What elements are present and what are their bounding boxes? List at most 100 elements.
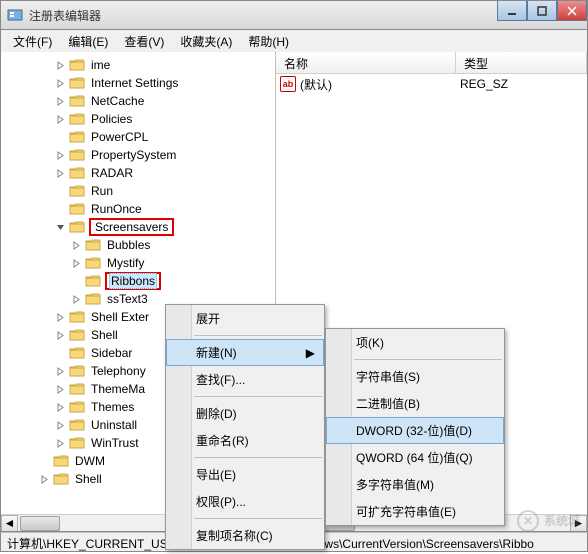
- tree-item[interactable]: RunOnce: [1, 200, 275, 218]
- folder-icon: [69, 112, 85, 126]
- menu-edit[interactable]: 编辑(E): [60, 31, 116, 52]
- close-button[interactable]: [557, 1, 587, 21]
- expand-right-icon[interactable]: [53, 382, 67, 396]
- col-type[interactable]: 类型: [456, 52, 587, 73]
- folder-icon: [69, 76, 85, 90]
- folder-icon: [69, 202, 85, 216]
- expand-right-icon[interactable]: [53, 328, 67, 342]
- menu-help[interactable]: 帮助(H): [240, 31, 297, 52]
- expand-right-icon[interactable]: [53, 76, 67, 90]
- window-titlebar: 注册表编辑器: [0, 0, 588, 30]
- folder-icon: [69, 418, 85, 432]
- folder-icon: [69, 130, 85, 144]
- string-value-icon: ab: [280, 76, 296, 92]
- highlight-box: Ribbons: [105, 272, 161, 290]
- expand-right-icon[interactable]: [69, 292, 83, 306]
- cm-new-string[interactable]: 字符串值(S): [326, 363, 504, 390]
- tree-item[interactable]: PropertySystem: [1, 146, 275, 164]
- folder-icon: [69, 220, 85, 234]
- menu-view[interactable]: 查看(V): [116, 31, 172, 52]
- folder-icon: [69, 184, 85, 198]
- tree-label: Internet Settings: [89, 75, 180, 91]
- value-type: REG_SZ: [460, 77, 508, 91]
- folder-icon: [85, 274, 101, 288]
- folder-icon: [69, 382, 85, 396]
- cm-export[interactable]: 导出(E): [166, 461, 324, 488]
- cm-new-qword[interactable]: QWORD (64 位)值(Q): [326, 444, 504, 471]
- expand-right-icon[interactable]: [53, 94, 67, 108]
- tree-label: Sidebar: [89, 345, 134, 361]
- cm-new-binary[interactable]: 二进制值(B): [326, 390, 504, 417]
- scroll-left-button[interactable]: ◄: [1, 515, 18, 532]
- tree-item[interactable]: PowerCPL: [1, 128, 275, 146]
- expand-right-icon[interactable]: [53, 310, 67, 324]
- expand-right-icon[interactable]: [53, 400, 67, 414]
- expand-right-icon[interactable]: [53, 436, 67, 450]
- tree-label: PropertySystem: [89, 147, 178, 163]
- folder-icon: [69, 148, 85, 162]
- value-name: (默认): [300, 76, 460, 93]
- expand-right-icon[interactable]: [53, 112, 67, 126]
- context-menu: 展开 新建(N) ▶ 查找(F)... 删除(D) 重命名(R) 导出(E) 权…: [165, 304, 325, 550]
- tree-label: Mystify: [105, 255, 146, 271]
- tree-item[interactable]: ime: [1, 56, 275, 74]
- tree-label: Ribbons: [109, 273, 157, 289]
- tree-item[interactable]: Mystify: [1, 254, 275, 272]
- cm-new-dword[interactable]: DWORD (32-位)值(D): [326, 417, 504, 444]
- tree-item[interactable]: NetCache: [1, 92, 275, 110]
- folder-icon: [53, 472, 69, 486]
- menu-file[interactable]: 文件(F): [5, 31, 60, 52]
- expand-down-icon[interactable]: [53, 220, 67, 234]
- cm-new[interactable]: 新建(N) ▶: [166, 339, 324, 366]
- col-name[interactable]: 名称: [276, 52, 456, 73]
- tree-item[interactable]: Run: [1, 182, 275, 200]
- folder-icon: [85, 256, 101, 270]
- list-row[interactable]: ab(默认)REG_SZ: [276, 74, 587, 94]
- expand-right-icon[interactable]: [53, 58, 67, 72]
- tree-item[interactable]: Bubbles: [1, 236, 275, 254]
- cm-new-expandstring[interactable]: 可扩充字符串值(E): [326, 498, 504, 525]
- tree-item[interactable]: Policies: [1, 110, 275, 128]
- cm-delete[interactable]: 删除(D): [166, 400, 324, 427]
- folder-icon: [69, 328, 85, 342]
- folder-icon: [85, 292, 101, 306]
- tree-label: PowerCPL: [89, 129, 150, 145]
- folder-icon: [69, 436, 85, 450]
- tree-label: Telephony: [89, 363, 148, 379]
- submenu-arrow-icon: ▶: [306, 346, 315, 360]
- expand-right-icon[interactable]: [37, 472, 51, 486]
- tree-label: Shell: [89, 327, 120, 343]
- cm-new-multistring[interactable]: 多字符串值(M): [326, 471, 504, 498]
- tree-item[interactable]: Screensavers: [1, 218, 275, 236]
- scroll-right-button[interactable]: ►: [570, 515, 587, 532]
- expand-right-icon[interactable]: [53, 148, 67, 162]
- tree-item[interactable]: Ribbons: [1, 272, 275, 290]
- folder-icon: [69, 364, 85, 378]
- menu-favorites[interactable]: 收藏夹(A): [172, 31, 240, 52]
- maximize-button[interactable]: [527, 1, 557, 21]
- cm-expand[interactable]: 展开: [166, 305, 324, 332]
- cm-permissions[interactable]: 权限(P)...: [166, 488, 324, 515]
- tree-item[interactable]: Internet Settings: [1, 74, 275, 92]
- cm-new-key[interactable]: 项(K): [326, 329, 504, 356]
- tree-label: RADAR: [89, 165, 135, 181]
- cm-find[interactable]: 查找(F)...: [166, 366, 324, 393]
- expand-right-icon[interactable]: [53, 364, 67, 378]
- expand-right-icon[interactable]: [69, 238, 83, 252]
- cm-copy-key-name[interactable]: 复制项名称(C): [166, 522, 324, 549]
- expand-right-icon[interactable]: [53, 166, 67, 180]
- regedit-icon: [7, 7, 23, 23]
- expand-right-icon[interactable]: [53, 418, 67, 432]
- tree-label: Screensavers: [93, 219, 170, 235]
- minimize-button[interactable]: [497, 1, 527, 21]
- folder-icon: [69, 166, 85, 180]
- tree-label: Shell Exter: [89, 309, 151, 325]
- tree-item[interactable]: RADAR: [1, 164, 275, 182]
- tree-label: Themes: [89, 399, 136, 415]
- tree-label: NetCache: [89, 93, 146, 109]
- scroll-thumb[interactable]: [20, 516, 60, 531]
- expand-right-icon[interactable]: [69, 256, 83, 270]
- cm-rename[interactable]: 重命名(R): [166, 427, 324, 454]
- tree-label: ThemeMa: [89, 381, 147, 397]
- highlight-box: Screensavers: [89, 218, 174, 236]
